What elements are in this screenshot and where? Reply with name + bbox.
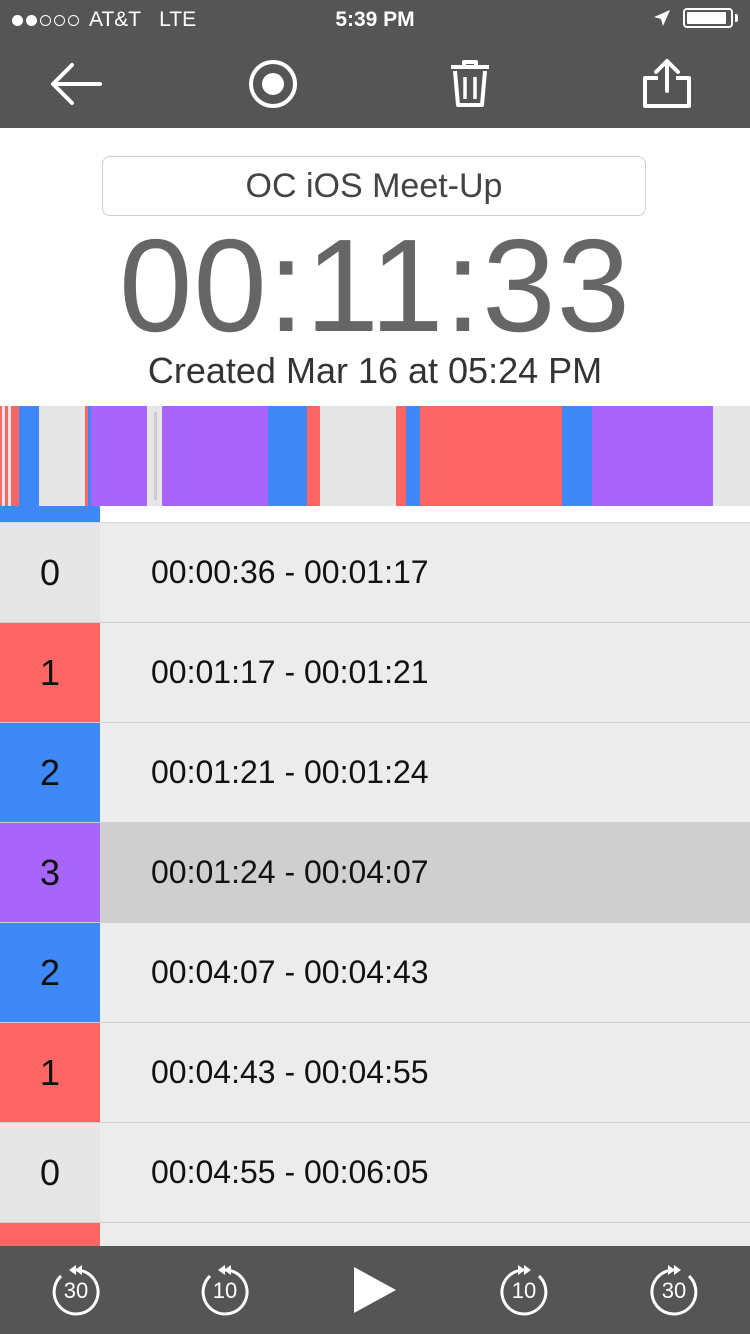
created-date: Created Mar 16 at 05:24 PM [147,350,603,391]
status-bar: AT&T LTE 5:39 PM [0,0,750,40]
play-icon [354,1267,396,1313]
rewind-10-icon: 10 [199,1264,251,1316]
forward-30-label: 30 [661,1278,687,1303]
segment-time-range: 00:01:21 - 00:01:24 [100,723,750,822]
top-toolbar [0,40,750,128]
timeline-segment[interactable] [11,406,19,506]
segment-row[interactable]: 2 00:04:07 - 00:04:43 [0,923,750,1023]
segment-row[interactable]: 1 00:01:17 - 00:01:21 [0,623,750,723]
timeline-segment[interactable] [162,406,268,506]
timeline-segment[interactable] [320,406,396,506]
segment-row[interactable]: 0 00:00:36 - 00:01:17 [0,523,750,623]
back-button[interactable] [31,40,121,128]
timeline-segment[interactable] [420,406,562,506]
segment-row[interactable]: 2 00:01:21 - 00:01:24 [0,723,750,823]
segment-level: 0 [0,523,100,622]
segment-time-range: 00:01:24 - 00:04:07 [100,823,750,922]
segment-list[interactable]: 0 00:00:36 - 00:01:17 1 00:01:17 - 00:01:21… [0,522,750,1247]
trash-icon [451,60,489,107]
forward-30-icon: 30 [648,1264,700,1316]
battery-tip [735,14,738,22]
timeline-segment[interactable] [561,406,592,506]
segment-row[interactable]: 3 00:01:24 - 00:04:07 [0,823,750,923]
segment-level: 2 [0,723,100,822]
record-icon [249,60,297,108]
timeline-segment[interactable] [39,406,85,506]
segment-time-range [100,1223,750,1247]
segment-level: 0 [0,1123,100,1222]
back-arrow-icon [51,63,102,105]
record-button[interactable] [228,40,318,128]
segment-level: 3 [0,823,100,922]
timeline-segment[interactable] [90,406,147,506]
play-button[interactable] [325,1246,425,1334]
rewind-10-button[interactable]: 10 [175,1246,275,1334]
segment-time-range: 00:04:55 - 00:06:05 [100,1123,750,1222]
progress-indicator [0,506,100,522]
segment-time-range: 00:00:36 - 00:01:17 [100,523,750,622]
timeline-segment[interactable] [267,406,307,506]
segment-time-range: 00:04:43 - 00:04:55 [100,1023,750,1122]
timeline-segment[interactable] [405,406,420,506]
rewind-30-label: 30 [63,1278,89,1303]
timeline-segment[interactable] [713,406,750,506]
timeline-segment[interactable] [396,406,406,506]
status-time: 5:39 PM [335,8,415,31]
segment-row[interactable]: 1 00:04:43 - 00:04:55 [0,1023,750,1123]
battery-icon [683,8,733,28]
timeline-segment[interactable] [18,406,39,506]
status-right [653,8,738,28]
delete-button[interactable] [425,40,515,128]
location-arrow-icon [654,10,670,26]
timeline-strip[interactable] [0,406,750,506]
timeline-playhead[interactable] [153,412,157,500]
forward-10-label: 10 [511,1278,537,1303]
forward-10-button[interactable]: 10 [474,1246,574,1334]
timeline-segment[interactable] [306,406,321,506]
player-bar: 30 10 10 30 [0,1246,750,1334]
forward-10-icon: 10 [498,1264,550,1316]
share-icon [643,59,691,108]
segment-level [0,1223,100,1247]
rewind-30-button[interactable]: 30 [26,1246,126,1334]
rewind-30-icon: 30 [50,1264,102,1316]
elapsed-timer: 00:11:33 [118,212,632,359]
segment-level: 1 [0,623,100,722]
progress-track [100,506,750,522]
timeline-segment[interactable] [591,406,714,506]
segment-level: 2 [0,923,100,1022]
rewind-10-label: 10 [212,1278,238,1303]
segment-level: 1 [0,1023,100,1122]
segment-row[interactable]: 0 00:04:55 - 00:06:05 [0,1123,750,1223]
segment-row[interactable] [0,1223,750,1247]
segment-time-range: 00:01:17 - 00:01:21 [100,623,750,722]
share-button[interactable] [622,40,712,128]
recording-title-field[interactable]: OC iOS Meet-Up [102,156,646,216]
segment-time-range: 00:04:07 - 00:04:43 [100,923,750,1022]
forward-30-button[interactable]: 30 [624,1246,724,1334]
